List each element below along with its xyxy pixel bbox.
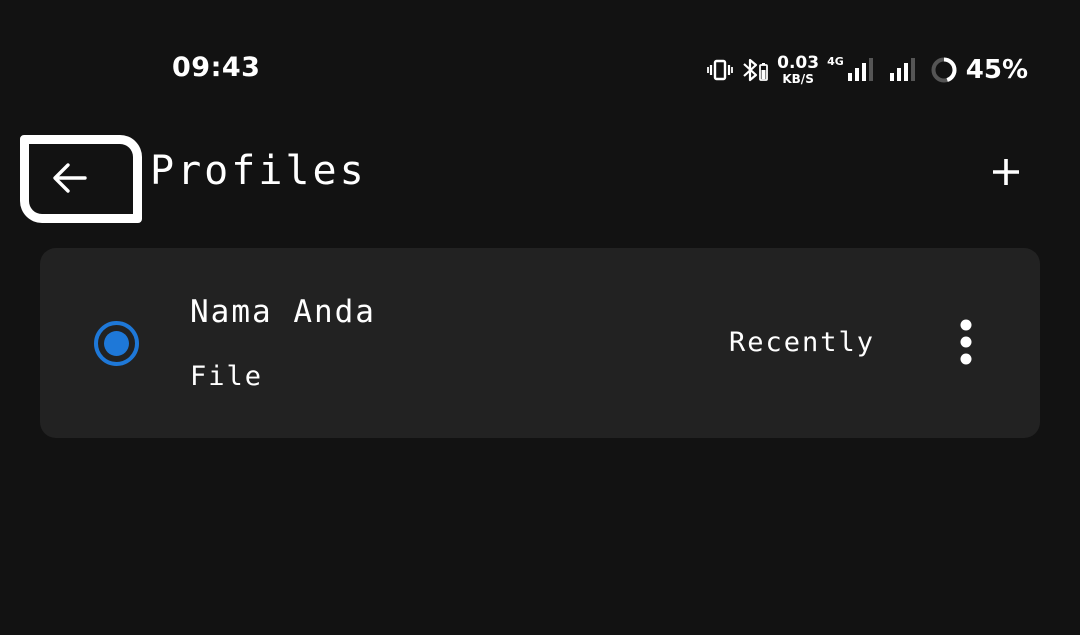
radio-dot bbox=[104, 331, 129, 356]
network-speed: 0.03 KB/S bbox=[777, 53, 820, 86]
battery-percent: 45% bbox=[965, 55, 1028, 85]
plus-icon bbox=[991, 157, 1021, 191]
vibrate-icon bbox=[707, 58, 734, 82]
page-title: Profiles bbox=[150, 148, 367, 194]
profile-updated: Recently bbox=[729, 327, 876, 358]
add-profile-button[interactable] bbox=[984, 152, 1028, 196]
profile-name: Nama Anda bbox=[190, 294, 376, 330]
arrow-left-icon bbox=[53, 160, 88, 198]
battery-ring-icon bbox=[930, 56, 958, 84]
profile-type: File bbox=[190, 361, 264, 392]
network-type-label: 4G bbox=[827, 54, 844, 68]
status-bar: 09:43 0.03 KB/S 4G 45% bbox=[0, 0, 1080, 110]
profile-card[interactable]: Nama Anda File Recently bbox=[40, 248, 1040, 438]
back-button[interactable] bbox=[20, 135, 142, 223]
bluetooth-battery-icon bbox=[741, 57, 769, 83]
status-time: 09:43 bbox=[172, 52, 261, 83]
more-vertical-icon bbox=[959, 318, 973, 370]
status-icons: 0.03 KB/S 4G 45% bbox=[707, 52, 1028, 88]
network-speed-unit: KB/S bbox=[782, 72, 814, 86]
profile-menu-button[interactable] bbox=[944, 318, 988, 370]
signal-icon bbox=[888, 57, 922, 83]
network-speed-value: 0.03 bbox=[777, 53, 820, 73]
profile-radio-selected[interactable] bbox=[94, 321, 139, 366]
signal-4g-icon bbox=[846, 57, 880, 83]
